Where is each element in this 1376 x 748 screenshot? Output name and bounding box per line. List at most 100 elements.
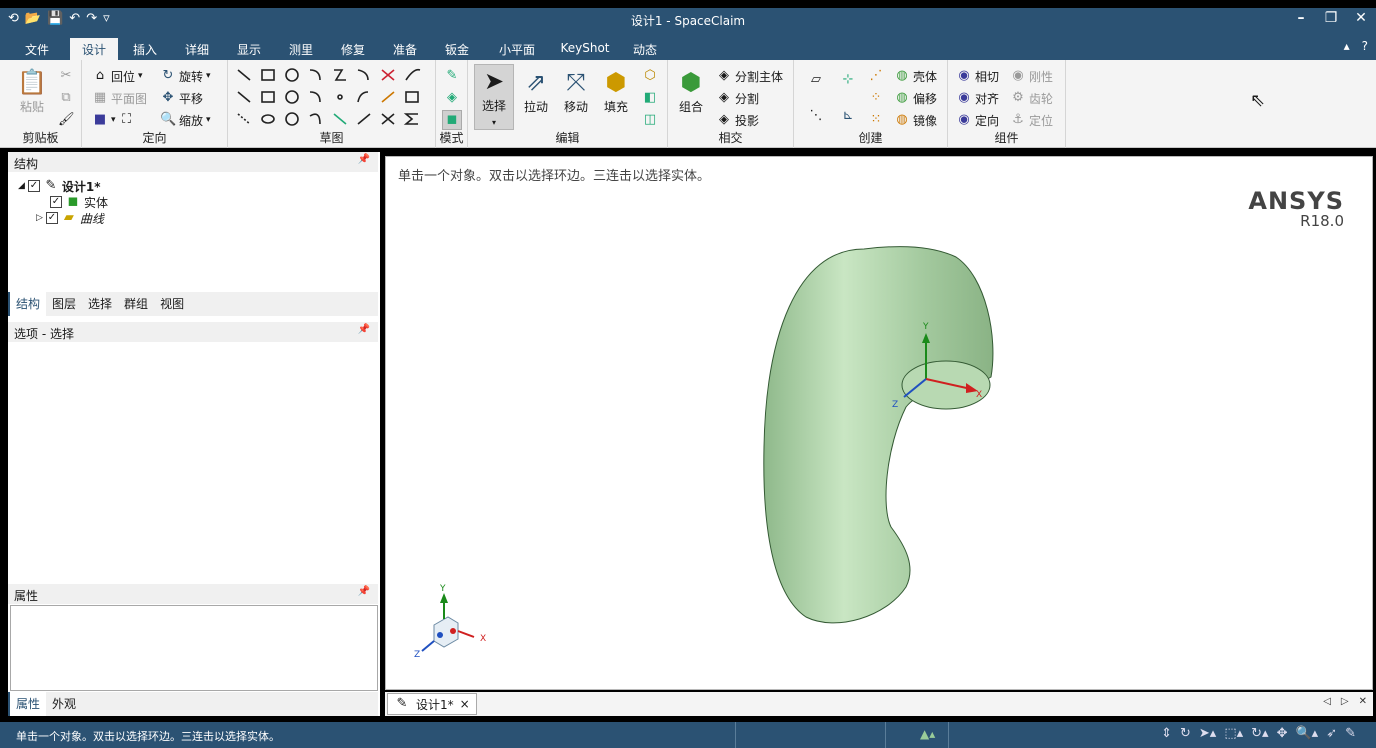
close-tab-icon[interactable]: × (460, 697, 470, 711)
cut-icon[interactable]: ✂ (58, 68, 74, 84)
tab-appearance[interactable]: 外观 (46, 692, 82, 716)
tab-properties[interactable]: 属性 (8, 692, 47, 716)
tab-measure[interactable]: 测里 (280, 38, 322, 60)
3d-viewport[interactable]: 单击一个对象。双击以选择环边。三连击以选择实体。 ANSYS R18.0 Y X (385, 156, 1373, 690)
collapse-ribbon-icon[interactable]: ▴ (1344, 39, 1350, 53)
tab-repair[interactable]: 修复 (332, 38, 374, 60)
tab-facets[interactable]: 小平面 (490, 38, 544, 60)
spin-button[interactable]: ↻ 旋转 ▾ (160, 66, 211, 86)
pull-button[interactable]: ⇗ 拉动 (518, 66, 554, 115)
scroll-right-icon[interactable]: ▷ (1341, 696, 1349, 707)
help-icon[interactable]: ? (1362, 39, 1368, 53)
paste-button[interactable]: 📋 粘贴 (14, 66, 50, 115)
pen-icon[interactable]: ✎ (1345, 726, 1356, 741)
orient-button[interactable]: ◉ 定向 (956, 110, 999, 130)
tab-detail[interactable]: 详细 (176, 38, 218, 60)
tab-groups[interactable]: 群组 (118, 292, 154, 316)
mouse-cursor-icon: ⇖ (1250, 90, 1266, 111)
title-bar: ⟲ 📂 💾 ↶ ↷ ▿ 设计1 - SpaceClaim – ❐ ✕ (0, 8, 1376, 34)
tree-node-curves[interactable]: ▷ ✓ ▰ 曲线 (36, 210, 104, 226)
fill-pattern-icon[interactable]: ⁙ (868, 112, 884, 128)
move-button[interactable]: ⤧ 移动 (558, 66, 594, 115)
checkbox-icon[interactable]: ✓ (45, 212, 58, 224)
tab-display[interactable]: 显示 (228, 38, 270, 60)
tangent-button[interactable]: ◉ 相切 (956, 66, 999, 86)
3d-mode-icon[interactable]: ◼ (442, 110, 462, 130)
pan-button[interactable]: ✥ 平移 (160, 88, 203, 108)
spin-tool-icon[interactable]: ↻▴ (1251, 726, 1268, 741)
curved-tube-body[interactable] (763, 246, 994, 624)
svg-text:X: X (480, 634, 486, 644)
tree-node-root[interactable]: ◢ ✓ ✎ 设计1* (18, 178, 101, 194)
close-all-icon[interactable]: ✕ (1359, 696, 1367, 707)
pin-icon[interactable]: 📌 (358, 586, 370, 597)
format-painter-icon[interactable]: 🖌 (58, 112, 75, 128)
split-body-button[interactable]: ◈ 分割主体 (716, 66, 783, 86)
mirror-button[interactable]: ◍ 镜像 (894, 110, 937, 130)
view-cube-button[interactable]: ■ ▾ ⛶ (92, 110, 135, 130)
pin-icon[interactable]: 📌 (358, 324, 370, 335)
copy-icon[interactable]: ⧉ (58, 90, 74, 106)
expand-icon[interactable]: ▷ (36, 213, 43, 223)
section-mode-icon[interactable]: ◈ (444, 90, 460, 106)
pan-tool-icon[interactable]: ✥ (1277, 726, 1288, 741)
tangent-icon: ◉ (958, 68, 970, 83)
tweak-face-icon[interactable]: ◫ (642, 112, 658, 128)
fill-button[interactable]: ⬢ 填充 (598, 66, 634, 115)
combine-button[interactable]: ⬢ 组合 (672, 66, 710, 115)
spin-mode-icon[interactable]: ⇕ (1161, 726, 1172, 741)
plane-icon[interactable]: ▱ (808, 72, 824, 88)
line-icon[interactable]: ⋱ (808, 108, 824, 124)
shell-button[interactable]: ◍ 壳体 (894, 66, 937, 86)
axis-icon[interactable]: ⊹ (840, 72, 856, 88)
box-select-icon[interactable]: ⬚▴ (1224, 726, 1243, 741)
warning-icon[interactable]: ▲▴ (920, 727, 935, 741)
home-button[interactable]: ⌂ 回位 ▾ (92, 66, 143, 86)
plan-view-button[interactable]: ▦ 平面图 (92, 88, 147, 108)
select-tool-icon[interactable]: ➤▴ (1199, 726, 1216, 741)
tab-design[interactable]: 设计 (70, 38, 118, 60)
gear-button[interactable]: ⚙ 齿轮 (1010, 88, 1053, 108)
view-cube-triad[interactable]: Y X Z (414, 584, 486, 660)
minimize-button[interactable]: – (1294, 10, 1308, 26)
document-tab-design1[interactable]: ✎ 设计1* × (387, 693, 477, 715)
split-button[interactable]: ◈ 分割 (716, 88, 759, 108)
rotate-view-icon[interactable]: ↻ (1180, 726, 1191, 741)
expand-icon[interactable]: ◢ (18, 181, 25, 191)
tab-file[interactable]: 文件 (14, 38, 60, 60)
checkbox-icon[interactable]: ✓ (27, 180, 40, 192)
point-icon[interactable]: ⋰ (868, 68, 884, 84)
tree-node-solid[interactable]: ✓ ◼ 实体 (50, 194, 108, 210)
project-button[interactable]: ◈ 投影 (716, 110, 759, 130)
select-button[interactable]: ➤ 选择 ▾ (474, 64, 514, 130)
offset-button[interactable]: ◍ 偏移 (894, 88, 937, 108)
blend-icon[interactable]: ⬡ (642, 68, 658, 84)
restore-button[interactable]: ❐ (1324, 10, 1338, 26)
group-sketch: 草图 (228, 60, 436, 148)
tab-animation[interactable]: 动态 (624, 38, 666, 60)
zoom-tool-icon[interactable]: 🔍▴ (1295, 726, 1318, 741)
close-button[interactable]: ✕ (1354, 10, 1368, 26)
anchor-button[interactable]: ⚓ 定位 (1010, 110, 1053, 130)
tab-prepare[interactable]: 准备 (384, 38, 426, 60)
circular-pattern-icon[interactable]: ⁘ (868, 90, 884, 106)
sketch-mode-icon[interactable]: ✎ (444, 68, 460, 84)
tab-keyshot[interactable]: KeyShot (556, 38, 614, 60)
align-button[interactable]: ◉ 对齐 (956, 88, 999, 108)
zoom-button[interactable]: 🔍 缩放 ▾ (160, 110, 211, 130)
checkbox-icon[interactable]: ✓ (50, 196, 62, 208)
tab-selection[interactable]: 选择 (82, 292, 118, 316)
origin-icon[interactable]: ⊾ (840, 108, 856, 124)
scroll-left-icon[interactable]: ◁ (1323, 696, 1331, 707)
replace-icon[interactable]: ◧ (642, 90, 658, 106)
tab-structure[interactable]: 结构 (8, 292, 47, 316)
rigid-button[interactable]: ◉ 刚性 (1010, 66, 1053, 86)
view-icon[interactable]: ➶ (1326, 726, 1337, 741)
pin-icon[interactable]: 📌 (358, 154, 370, 165)
tab-sheet-metal[interactable]: 钣金 (436, 38, 478, 60)
tab-views[interactable]: 视图 (154, 292, 190, 316)
sketch-tools-icon-grid[interactable] (234, 66, 434, 130)
tab-insert[interactable]: 插入 (124, 38, 166, 60)
model-canvas[interactable]: Y X Z Y X Z (386, 157, 1372, 689)
tab-layers[interactable]: 图层 (46, 292, 82, 316)
